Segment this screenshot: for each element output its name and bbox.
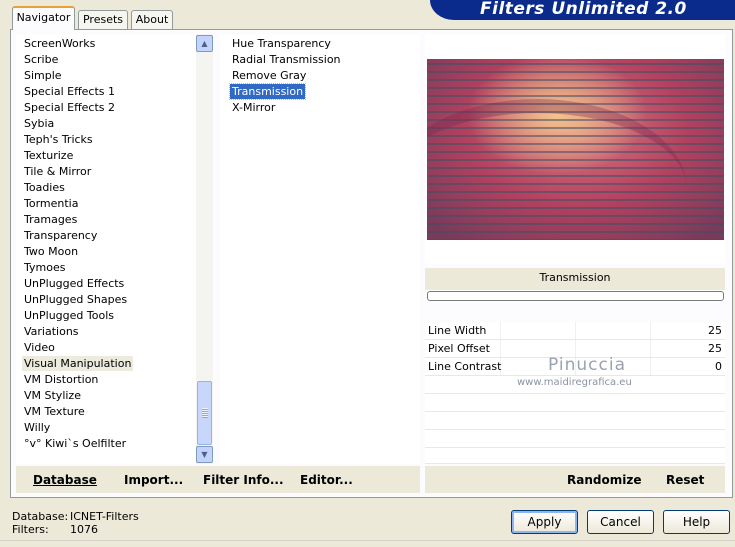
filter-item[interactable]: Remove Gray (230, 68, 308, 83)
category-item[interactable]: VM Distortion (22, 372, 100, 387)
category-item[interactable]: Toadies (22, 180, 67, 195)
right-toolbar: Randomize Reset (425, 466, 725, 493)
param-row-empty (425, 448, 725, 464)
filter-info-button[interactable]: Filter Info... (203, 473, 284, 487)
category-item[interactable]: Special Effects 1 (22, 84, 117, 99)
category-item[interactable]: UnPlugged Effects (22, 276, 126, 291)
left-toolbar: Database Import... Filter Info... Editor… (16, 466, 420, 493)
param-label: Line Width (428, 324, 487, 337)
param-label: Pixel Offset (428, 342, 490, 355)
category-item[interactable]: Transparency (22, 228, 99, 243)
filter-name-bar: Transmission (425, 268, 725, 290)
category-item[interactable]: Two Moon (22, 244, 80, 259)
watermark-name: Pinuccia (548, 355, 626, 375)
tab-presets[interactable]: Presets (78, 10, 128, 29)
scroll-grip-icon (202, 408, 208, 418)
category-item[interactable]: Tramages (22, 212, 79, 227)
category-item[interactable]: Tile & Mirror (22, 164, 93, 179)
status-database-label: Database: (12, 510, 69, 523)
category-item[interactable]: Scribe (22, 52, 60, 67)
category-item[interactable]: VM Stylize (22, 388, 83, 403)
category-list[interactable]: ScreenWorks Scribe Simple Special Effects 1… (16, 34, 196, 464)
database-button[interactable]: Database (33, 473, 97, 487)
reset-button[interactable]: Reset (666, 473, 704, 487)
progress-bar (427, 291, 724, 301)
help-button[interactable]: Help (663, 510, 730, 534)
category-item[interactable]: Tormentia (22, 196, 80, 211)
param-row-line-width[interactable]: Line Width 25 (425, 322, 725, 340)
apply-button[interactable]: Apply (511, 510, 578, 534)
status-filters-label: Filters: (12, 523, 49, 536)
category-item[interactable]: Simple (22, 68, 64, 83)
category-item[interactable]: Texturize (22, 148, 75, 163)
category-scrollbar[interactable]: ▲ ▼ (196, 34, 213, 464)
category-item[interactable]: UnPlugged Shapes (22, 292, 129, 307)
watermark-url: www.maidiregrafica.eu (517, 377, 632, 388)
param-value: 25 (708, 324, 722, 337)
scroll-up-arrow-icon[interactable]: ▲ (196, 35, 213, 52)
category-item[interactable]: VM Texture (22, 404, 87, 419)
cancel-button[interactable]: Cancel (587, 510, 654, 534)
preview-image (427, 59, 724, 240)
preview-filter-name: Transmission (539, 271, 611, 284)
editor-button[interactable]: Editor... (300, 473, 353, 487)
param-row-empty (425, 394, 725, 412)
category-item[interactable]: Visual Manipulation (22, 356, 134, 371)
tab-about[interactable]: About (131, 10, 173, 29)
import-button[interactable]: Import... (124, 473, 183, 487)
filter-item[interactable]: Radial Transmission (230, 52, 343, 67)
param-value: 0 (715, 360, 722, 373)
window-bottom-edge (0, 540, 735, 547)
status-database-value: ICNET-Filters (70, 510, 139, 523)
category-item[interactable]: Willy (22, 420, 52, 435)
preview-curve-shape (427, 99, 687, 240)
param-row-empty (425, 412, 725, 430)
param-row-empty (425, 430, 725, 448)
randomize-button[interactable]: Randomize (567, 473, 641, 487)
category-item[interactable]: Sybia (22, 116, 56, 131)
tab-navigator[interactable]: Navigator (12, 6, 75, 30)
scroll-down-arrow-icon[interactable]: ▼ (196, 446, 213, 463)
window-title: Filters Unlimited 2.0 (480, 0, 687, 19)
param-value: 25 (708, 342, 722, 355)
category-item[interactable]: Teph's Tricks (22, 132, 95, 147)
category-item[interactable]: °v° Kiwi`s Oelfilter (22, 436, 128, 451)
category-item[interactable]: ScreenWorks (22, 36, 97, 51)
scroll-thumb[interactable] (197, 381, 212, 445)
param-label: Line Contrast (428, 360, 502, 373)
category-item[interactable]: Variations (22, 324, 81, 339)
status-filters-value: 1076 (70, 523, 98, 536)
filter-item[interactable]: Hue Transparency (230, 36, 333, 51)
filter-list[interactable]: Hue Transparency Radial Transmission Remov… (220, 34, 420, 464)
category-item[interactable]: Special Effects 2 (22, 100, 117, 115)
filter-item[interactable]: Transmission (228, 83, 307, 100)
category-item[interactable]: Video (22, 340, 57, 355)
filter-item[interactable]: X-Mirror (230, 100, 277, 115)
category-item[interactable]: UnPlugged Tools (22, 308, 116, 323)
category-item[interactable]: Tymoes (22, 260, 67, 275)
